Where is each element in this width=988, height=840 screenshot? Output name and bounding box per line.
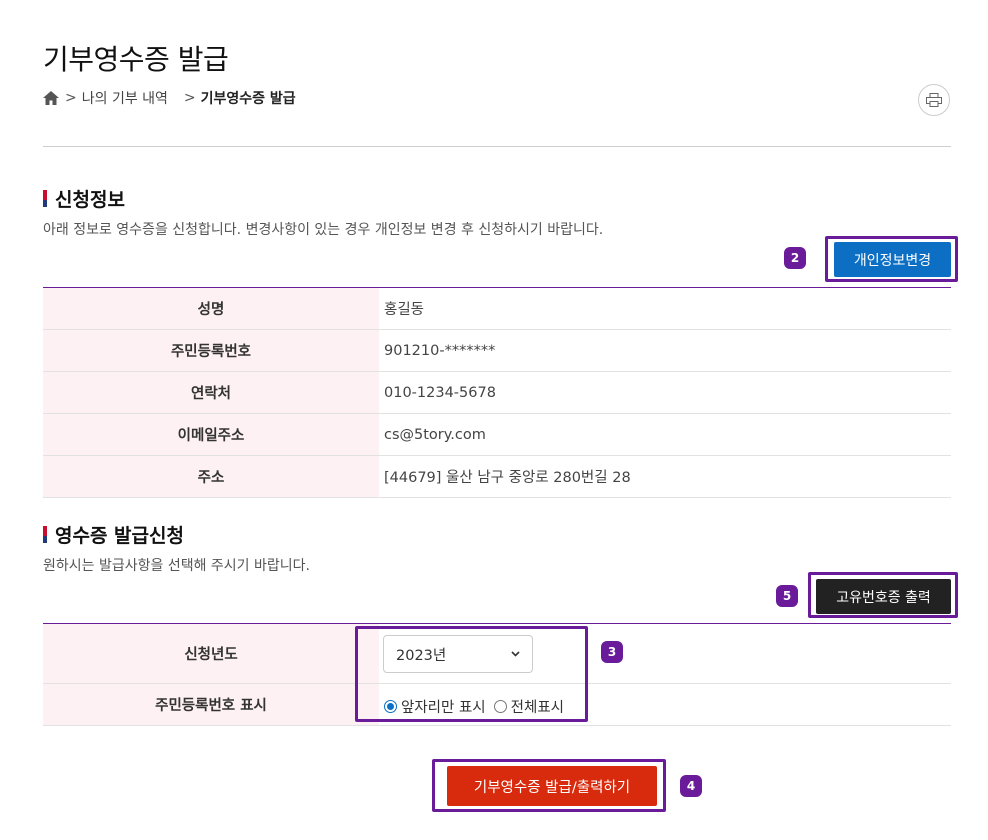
row-value: 홍길동	[379, 287, 951, 330]
step-badge: 3	[601, 641, 623, 663]
radio-label-front-only[interactable]: 앞자리만 표시	[401, 696, 486, 717]
section-title-receipt-request: 영수증 발급신청	[43, 521, 184, 548]
row-label: 주민등록번호	[43, 329, 379, 372]
id-display-radio-group: 앞자리만 표시 전체표시	[384, 696, 572, 717]
breadcrumb-item-current: 기부영수증 발급	[200, 91, 296, 107]
row-value: 901210-*******	[379, 329, 951, 372]
row-label: 연락처	[43, 371, 379, 414]
row-label: 주민등록번호 표시	[43, 683, 379, 726]
row-label: 주소	[43, 455, 379, 498]
row-value: 010-1234-5678	[379, 371, 951, 414]
breadcrumb-item-donations[interactable]: 나의 기부 내역	[82, 88, 168, 108]
applicant-info-table: 성명 홍길동 주민등록번호 901210-******* 연락처 010-123…	[43, 287, 951, 498]
divider	[43, 146, 951, 147]
radio-label-full[interactable]: 전체표시	[511, 696, 564, 717]
step-badge: 4	[680, 775, 702, 797]
print-button[interactable]	[918, 84, 950, 116]
row-label: 이메일주소	[43, 413, 379, 456]
section-bar-icon	[43, 190, 47, 207]
section-bar-icon	[43, 526, 47, 543]
section-title-applicant-info: 신청정보	[43, 185, 125, 212]
table-row: 연락처 010-1234-5678	[43, 371, 951, 414]
table-row: 주소 [44679] 울산 남구 중앙로 280번길 28	[43, 455, 951, 498]
breadcrumb: > 나의 기부 내역 > 기부영수증 발급	[43, 88, 296, 108]
issue-receipt-button[interactable]: 기부영수증 발급/출력하기	[447, 766, 657, 806]
page-title: 기부영수증 발급	[43, 43, 229, 76]
edit-personal-info-button[interactable]: 개인정보변경	[834, 242, 951, 277]
table-row: 성명 홍길동	[43, 287, 951, 330]
year-select-value: 2023년	[396, 647, 447, 664]
section-description: 아래 정보로 영수증을 신청합니다. 변경사항이 있는 경우 개인정보 변경 후…	[43, 222, 604, 238]
chevron-down-icon	[511, 651, 520, 657]
row-label: 신청년도	[43, 623, 379, 684]
home-icon[interactable]	[43, 91, 59, 105]
radio-front-only[interactable]	[384, 700, 397, 713]
section-title-text: 영수증 발급신청	[55, 525, 184, 547]
table-row: 이메일주소 cs@5tory.com	[43, 413, 951, 456]
table-row: 주민등록번호 901210-*******	[43, 329, 951, 372]
year-select[interactable]: 2023년	[383, 635, 533, 673]
step-badge: 2	[784, 247, 806, 269]
row-label: 성명	[43, 287, 379, 330]
printer-icon	[926, 93, 942, 107]
section-description: 원하시는 발급사항을 선택해 주시기 바랍니다.	[43, 558, 310, 574]
print-registration-button[interactable]: 고유번호증 출력	[816, 579, 951, 614]
step-badge: 5	[776, 585, 798, 607]
radio-full[interactable]	[493, 700, 507, 713]
row-value: [44679] 울산 남구 중앙로 280번길 28	[379, 455, 951, 498]
chevron-right-icon: >	[183, 90, 196, 106]
section-title-text: 신청정보	[55, 189, 125, 211]
row-value: cs@5tory.com	[379, 413, 951, 456]
chevron-right-icon: >	[65, 90, 77, 106]
